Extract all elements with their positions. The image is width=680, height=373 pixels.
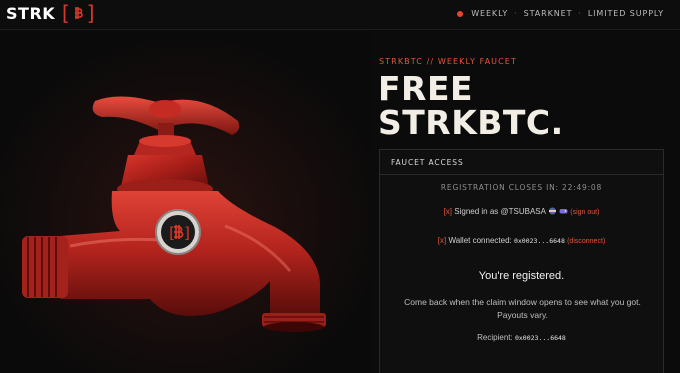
section-eyebrow: STRKBTC // WEEKLY FAUCET xyxy=(379,57,517,66)
top-nav: WEEKLY · STARKNET · LIMITED SUPPLY xyxy=(457,9,664,18)
live-indicator-dot xyxy=(457,10,464,17)
nav-weekly[interactable]: WEEKLY xyxy=(471,9,508,18)
registration-status: You're registered. xyxy=(478,270,565,282)
wallet-status: [x] Wallet connected: 0x0023...6648 (dis… xyxy=(380,236,663,245)
sign-out-link[interactable]: (sign out) xyxy=(570,209,599,216)
gamepad-emoji-icon xyxy=(559,209,568,214)
nav-separator: · xyxy=(578,9,582,18)
wallet-label: Wallet connected: xyxy=(448,236,512,245)
faucet-access-panel: FAUCET ACCESS REGISTRATION CLOSES IN: 22… xyxy=(379,149,664,373)
registration-countdown: REGISTRATION CLOSES IN: 22:49:08 xyxy=(440,183,603,192)
faucet-illustration: [ ] xyxy=(0,31,370,373)
top-bar: STRK [ ] WEEKLY · STARKNET · LIMITED SUP… xyxy=(0,0,680,30)
nav-separator: · xyxy=(514,9,518,18)
signed-in-marker: [x] xyxy=(443,207,453,216)
hero-faucet-image: [ ] xyxy=(0,31,370,373)
signed-in-text: Signed in as @TSUBASA xyxy=(454,207,546,216)
wallet-address: 0x0023...6648 xyxy=(513,237,565,245)
page-title: FREE STRKBTC. xyxy=(378,72,564,140)
recipient-line: Recipient: 0x0023...6648 xyxy=(380,333,663,342)
bitcoin-icon xyxy=(75,7,83,19)
panel-header: FAUCET ACCESS xyxy=(380,150,663,175)
ninja-emoji-icon xyxy=(548,207,556,215)
site-logo[interactable]: STRK [ ] xyxy=(6,3,97,23)
badge-bracket-close: ] xyxy=(183,224,192,242)
recipient-label: Recipient: xyxy=(477,333,513,342)
disconnect-link[interactable]: (disconnect) xyxy=(567,238,605,245)
signed-in-status: [x] Signed in as @TSUBASA (sign out) xyxy=(380,207,663,216)
nav-limited-supply[interactable]: LIMITED SUPPLY xyxy=(588,9,664,18)
nav-starknet[interactable]: STARKNET xyxy=(524,9,573,18)
bitcoin-icon xyxy=(174,225,184,239)
recipient-address: 0x0023...6648 xyxy=(514,334,566,342)
logo-bitcoin-mark: [ ] xyxy=(59,1,98,25)
title-line-1: FREE xyxy=(378,69,474,108)
title-line-2: STRKBTC. xyxy=(378,103,564,142)
wallet-marker: [x] xyxy=(437,236,447,245)
logo-wordmark: STRK xyxy=(6,3,56,23)
claim-message: Come back when the claim window opens to… xyxy=(404,297,641,320)
